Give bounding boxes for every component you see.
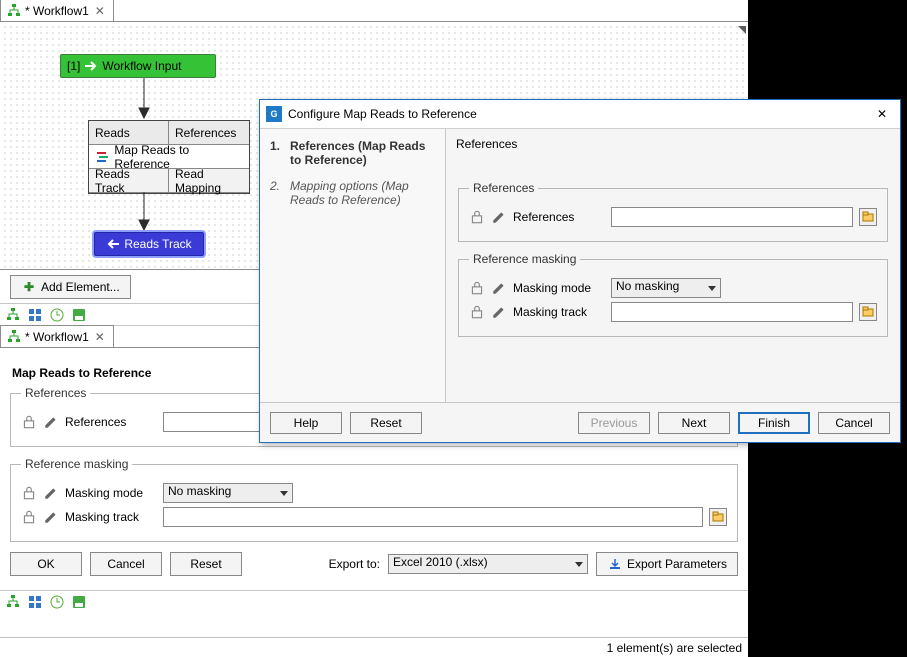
node-map-reads[interactable]: Reads References Map Reads to Reference … — [88, 120, 250, 194]
view-tree-icon[interactable] — [4, 306, 22, 324]
pencil-icon[interactable] — [43, 509, 59, 525]
tab-workflow-lower[interactable]: * Workflow1 ✕ — [0, 325, 114, 347]
ok-button[interactable]: OK — [10, 552, 82, 576]
tab-label: * Workflow1 — [25, 0, 89, 22]
wizard-steps: 1. References (Map Reads to Reference) 2… — [260, 129, 446, 402]
wizard-page: References References References Referen… — [446, 129, 900, 402]
tab-label: * Workflow1 — [25, 326, 89, 348]
node-title: Map Reads to Reference — [89, 145, 249, 169]
dialog-title: Configure Map Reads to Reference — [288, 107, 477, 121]
view-history-icon[interactable] — [48, 306, 66, 324]
configure-dialog: G Configure Map Reads to Reference ✕ 1. … — [259, 99, 901, 443]
scroll-corner-icon[interactable] — [738, 26, 746, 34]
masking-track-label: Masking track — [65, 510, 157, 524]
dlg-masking-fieldset: Reference masking Masking mode No maskin… — [458, 252, 888, 337]
dlg-mask-track-input[interactable] — [611, 302, 853, 322]
pencil-icon[interactable] — [491, 209, 507, 225]
dlg-ref-label: References — [513, 210, 605, 224]
finish-button[interactable]: Finish — [738, 412, 810, 434]
masking-mode-select[interactable]: No masking — [163, 483, 293, 503]
workflow-icon — [7, 4, 21, 18]
plus-icon: ✚ — [21, 279, 37, 295]
export-to-label: Export to: — [329, 557, 380, 571]
node-output-label: Reads Track — [124, 237, 191, 251]
dlg-ref-legend: References — [469, 181, 538, 195]
app-icon: G — [266, 106, 282, 122]
previous-button[interactable]: Previous — [578, 412, 650, 434]
references-label: References — [65, 415, 157, 429]
edge-1 — [134, 78, 154, 120]
lock-icon[interactable] — [469, 280, 485, 296]
help-button[interactable]: Help — [270, 412, 342, 434]
pencil-icon[interactable] — [43, 485, 59, 501]
dlg-mask-legend: Reference masking — [469, 252, 580, 266]
view-grid-icon[interactable] — [26, 593, 44, 611]
lock-icon[interactable] — [21, 485, 37, 501]
references-legend: References — [21, 386, 90, 400]
arrow-right-icon — [84, 59, 98, 73]
add-element-button[interactable]: ✚ Add Element... — [10, 275, 131, 299]
tab-close-icon[interactable]: ✕ — [93, 326, 107, 348]
node-reads-track-output[interactable]: Reads Track — [94, 232, 204, 256]
view-save-icon[interactable] — [70, 593, 88, 611]
dlg-mask-track-label: Masking track — [513, 305, 605, 319]
close-icon[interactable]: ✕ — [870, 102, 894, 126]
dlg-mask-mode-label: Masking mode — [513, 281, 605, 295]
tabstrip: * Workflow1 ✕ — [0, 0, 748, 22]
node-workflow-input[interactable]: [1] Workflow Input — [60, 54, 216, 78]
dlg-mask-mode-select[interactable]: No masking — [611, 278, 721, 298]
page-title: References — [456, 137, 890, 151]
port-read-mapping[interactable]: Read Mapping — [169, 169, 249, 193]
masking-mode-label: Masking mode — [65, 486, 157, 500]
masking-fieldset: Reference masking Masking mode No maskin… — [10, 457, 738, 542]
lock-icon[interactable] — [469, 209, 485, 225]
dlg-cancel-button[interactable]: Cancel — [818, 412, 890, 434]
lock-icon[interactable] — [469, 304, 485, 320]
view-save-icon[interactable] — [70, 306, 88, 324]
masking-track-input[interactable] — [163, 507, 703, 527]
workflow-icon — [7, 330, 21, 344]
port-reads-track[interactable]: Reads Track — [89, 169, 169, 193]
browse-icon[interactable] — [859, 303, 877, 321]
step-2[interactable]: 2. Mapping options (Map Reads to Referen… — [270, 179, 435, 207]
dlg-references-fieldset: References References — [458, 181, 888, 242]
masking-legend: Reference masking — [21, 457, 132, 471]
dlg-reset-button[interactable]: Reset — [350, 412, 422, 434]
view-history-icon[interactable] — [48, 593, 66, 611]
tab-workflow[interactable]: * Workflow1 ✕ — [0, 0, 114, 21]
edge-2 — [134, 192, 154, 232]
node-index: [1] — [67, 59, 80, 73]
dialog-buttons: Help Reset Previous Next Finish Cancel — [260, 402, 900, 442]
status-text: 1 element(s) are selected — [607, 641, 742, 655]
align-icon — [95, 149, 110, 165]
view-grid-icon[interactable] — [26, 306, 44, 324]
browse-icon[interactable] — [709, 508, 727, 526]
lock-icon[interactable] — [21, 509, 37, 525]
browse-icon[interactable] — [859, 208, 877, 226]
dlg-references-input[interactable] — [611, 207, 853, 227]
export-icon — [607, 556, 623, 572]
pencil-icon[interactable] — [491, 304, 507, 320]
panel-button-row: OK Cancel Reset Export to: Excel 2010 (.… — [10, 552, 738, 576]
port-references[interactable]: References — [169, 121, 249, 145]
view-toolbar-bottom — [0, 590, 748, 612]
status-bar: 1 element(s) are selected — [0, 637, 748, 657]
port-reads[interactable]: Reads — [89, 121, 169, 145]
view-tree-icon[interactable] — [4, 593, 22, 611]
arrow-left-icon — [106, 237, 120, 251]
node-input-label: Workflow Input — [102, 59, 181, 73]
tab-close-icon[interactable]: ✕ — [93, 0, 107, 22]
dialog-titlebar[interactable]: G Configure Map Reads to Reference ✕ — [260, 100, 900, 129]
export-parameters-button[interactable]: Export Parameters — [596, 552, 738, 576]
lock-icon[interactable] — [21, 414, 37, 430]
export-format-select[interactable]: Excel 2010 (.xlsx) — [388, 554, 588, 574]
cancel-button[interactable]: Cancel — [90, 552, 162, 576]
pencil-icon[interactable] — [43, 414, 59, 430]
pencil-icon[interactable] — [491, 280, 507, 296]
step-1[interactable]: 1. References (Map Reads to Reference) — [270, 139, 435, 167]
next-button[interactable]: Next — [658, 412, 730, 434]
reset-button[interactable]: Reset — [170, 552, 242, 576]
